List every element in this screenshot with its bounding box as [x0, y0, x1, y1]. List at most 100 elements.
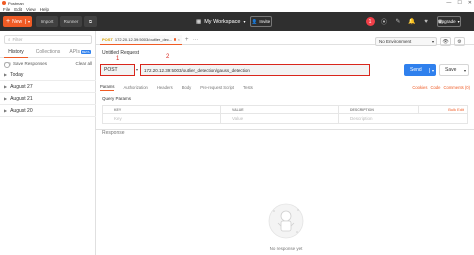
sidebar-tabs: History Collections APIs BETA: [0, 47, 96, 58]
tab-apis-label: APIs: [69, 49, 80, 55]
tab-authorization[interactable]: Authorization: [123, 85, 147, 90]
request-pane: POST 172.20.12.39:5003/outlier_dec... × …: [96, 31, 474, 255]
chevron-down-icon[interactable]: ▾: [136, 67, 138, 72]
menu-file[interactable]: File: [3, 7, 10, 12]
bell-icon[interactable]: 🔔: [406, 16, 418, 27]
annotation-marker-1: 1: [116, 56, 120, 62]
response-title: Response: [102, 130, 125, 136]
app-header: + New ▾ Import Runner ⧉ ▦ My Workspace ▾…: [0, 12, 474, 31]
new-window-button[interactable]: ⧉: [84, 16, 97, 27]
workspace-switcher[interactable]: ▦ My Workspace ▾: [196, 16, 246, 27]
request-links: Cookies Code Comments (0): [412, 83, 470, 92]
environment-selected: No Environment: [379, 39, 412, 44]
method-select[interactable]: POST: [100, 64, 135, 76]
code-link[interactable]: Code: [430, 85, 440, 90]
tab-params[interactable]: Params: [100, 84, 115, 91]
workspace-label: My Workspace: [204, 18, 241, 25]
cookies-link[interactable]: Cookies: [412, 85, 427, 90]
history-group[interactable]: ▶ August 21: [0, 93, 96, 105]
history-group-label: August 21: [10, 95, 33, 102]
tab-body[interactable]: Body: [182, 85, 192, 90]
column-description: DESCRIPTION: [338, 105, 419, 114]
request-tab-url: 172.20.12.39:5003/outlier_dec...: [114, 37, 173, 42]
sync-icon: 1: [365, 17, 375, 26]
runner-button[interactable]: Runner: [60, 16, 82, 27]
upgrade-button[interactable]: Upgrade ▾: [437, 16, 461, 27]
filter-input[interactable]: ⌕ Filter: [4, 35, 92, 44]
history-group[interactable]: ▶ Today: [0, 69, 96, 81]
wrench-icon[interactable]: ✎: [392, 16, 404, 27]
new-window-icon: ⧉: [88, 19, 93, 24]
heart-icon[interactable]: ♥: [420, 16, 432, 27]
invite-button[interactable]: 👤 Invite: [250, 16, 272, 27]
postman-window: Postman — ☐ ✕ File Edit View Help + New …: [0, 0, 474, 255]
environment-select[interactable]: No Environment ▾: [375, 37, 437, 46]
search-icon: ⌕: [8, 37, 11, 42]
tab-apis[interactable]: APIs BETA: [64, 47, 96, 57]
window-title: Postman: [8, 0, 24, 6]
history-group[interactable]: ▶ August 20: [0, 105, 96, 117]
response-divider[interactable]: [96, 129, 474, 130]
column-value: VALUE: [220, 105, 339, 114]
new-button[interactable]: + New ▾: [3, 16, 32, 27]
sidebar: ⌕ Filter History Collections APIs BETA S…: [0, 31, 96, 255]
user-plus-icon: 👤: [251, 18, 258, 24]
chevron-down-icon[interactable]: ▾: [24, 19, 30, 24]
value-input[interactable]: Value: [220, 113, 339, 124]
more-tabs-icon[interactable]: ···: [193, 35, 198, 45]
url-input[interactable]: 172.20.12.39:5003/outlier_detection/gaus…: [140, 64, 370, 76]
chevron-down-icon: ▾: [457, 19, 460, 24]
send-button[interactable]: Send ▾: [404, 64, 436, 76]
upgrade-label: Upgrade: [438, 19, 456, 24]
menu-view[interactable]: View: [26, 7, 36, 12]
history-group[interactable]: ▶ August 27: [0, 81, 96, 93]
chevron-down-icon[interactable]: ▾: [464, 68, 466, 73]
table-row: Key Value Description: [102, 113, 468, 124]
url-value: 172.20.12.39:5003/outlier_detection/gaus…: [144, 67, 250, 73]
request-tab-method: POST: [102, 37, 113, 42]
comments-link[interactable]: Comments (0): [443, 85, 470, 90]
sync-status[interactable]: 1: [364, 16, 376, 27]
new-button-label: New: [12, 18, 23, 25]
save-responses-row: Save Responses Clear all: [4, 60, 92, 68]
header-icon-group: 1 ⦿ ✎ 🔔 ♥ ◉: [364, 16, 446, 27]
plus-icon: +: [6, 18, 11, 25]
invite-label: Invite: [259, 19, 271, 24]
tab-history[interactable]: History: [0, 47, 32, 58]
menu-edit[interactable]: Edit: [14, 7, 22, 12]
workspace-grid-icon: ▦: [196, 18, 202, 25]
add-tab-icon[interactable]: +: [185, 35, 189, 45]
request-title: Untitled Request: [102, 50, 139, 56]
tab-pre-request-script[interactable]: Pre-request Script: [200, 85, 234, 90]
request-tab-bar: POST 172.20.12.39:5003/outlier_dec... × …: [96, 35, 474, 46]
clear-all-link[interactable]: Clear all: [75, 61, 92, 66]
unsaved-dot-icon: [174, 38, 176, 41]
request-tab[interactable]: POST 172.20.12.39:5003/outlier_dec... ×: [100, 35, 182, 45]
save-responses-label: Save Responses: [13, 61, 48, 66]
method-value: POST: [104, 67, 118, 73]
column-key: KEY: [102, 105, 221, 114]
import-button[interactable]: Import: [36, 16, 58, 27]
annotation-marker-2: 2: [166, 54, 170, 60]
tab-tests[interactable]: Tests: [243, 85, 253, 90]
tab-collections[interactable]: Collections: [32, 47, 64, 57]
beta-badge: BETA: [80, 50, 91, 54]
bulk-edit-link[interactable]: Bulk Edit: [418, 105, 468, 114]
key-input[interactable]: Key: [102, 113, 221, 124]
save-button[interactable]: Save ▾: [439, 64, 469, 76]
send-label: Send: [410, 67, 422, 73]
eye-icon[interactable]: 👁: [440, 37, 451, 46]
save-responses-toggle[interactable]: [4, 61, 11, 68]
menu-help[interactable]: Help: [40, 7, 49, 12]
close-tab-icon[interactable]: ×: [178, 37, 180, 42]
chevron-down-icon[interactable]: ▾: [428, 67, 434, 73]
filter-placeholder: Filter: [12, 37, 23, 42]
tab-headers[interactable]: Headers: [157, 85, 173, 90]
description-input[interactable]: Description: [338, 113, 468, 124]
save-label: Save: [445, 67, 457, 73]
gear-icon[interactable]: ⚙: [454, 37, 465, 46]
no-response-text: No response yet: [269, 246, 303, 251]
history-group-label: Today: [10, 71, 24, 78]
query-params-label: Query Params: [102, 96, 132, 101]
interceptor-icon[interactable]: ⦿: [378, 16, 390, 27]
